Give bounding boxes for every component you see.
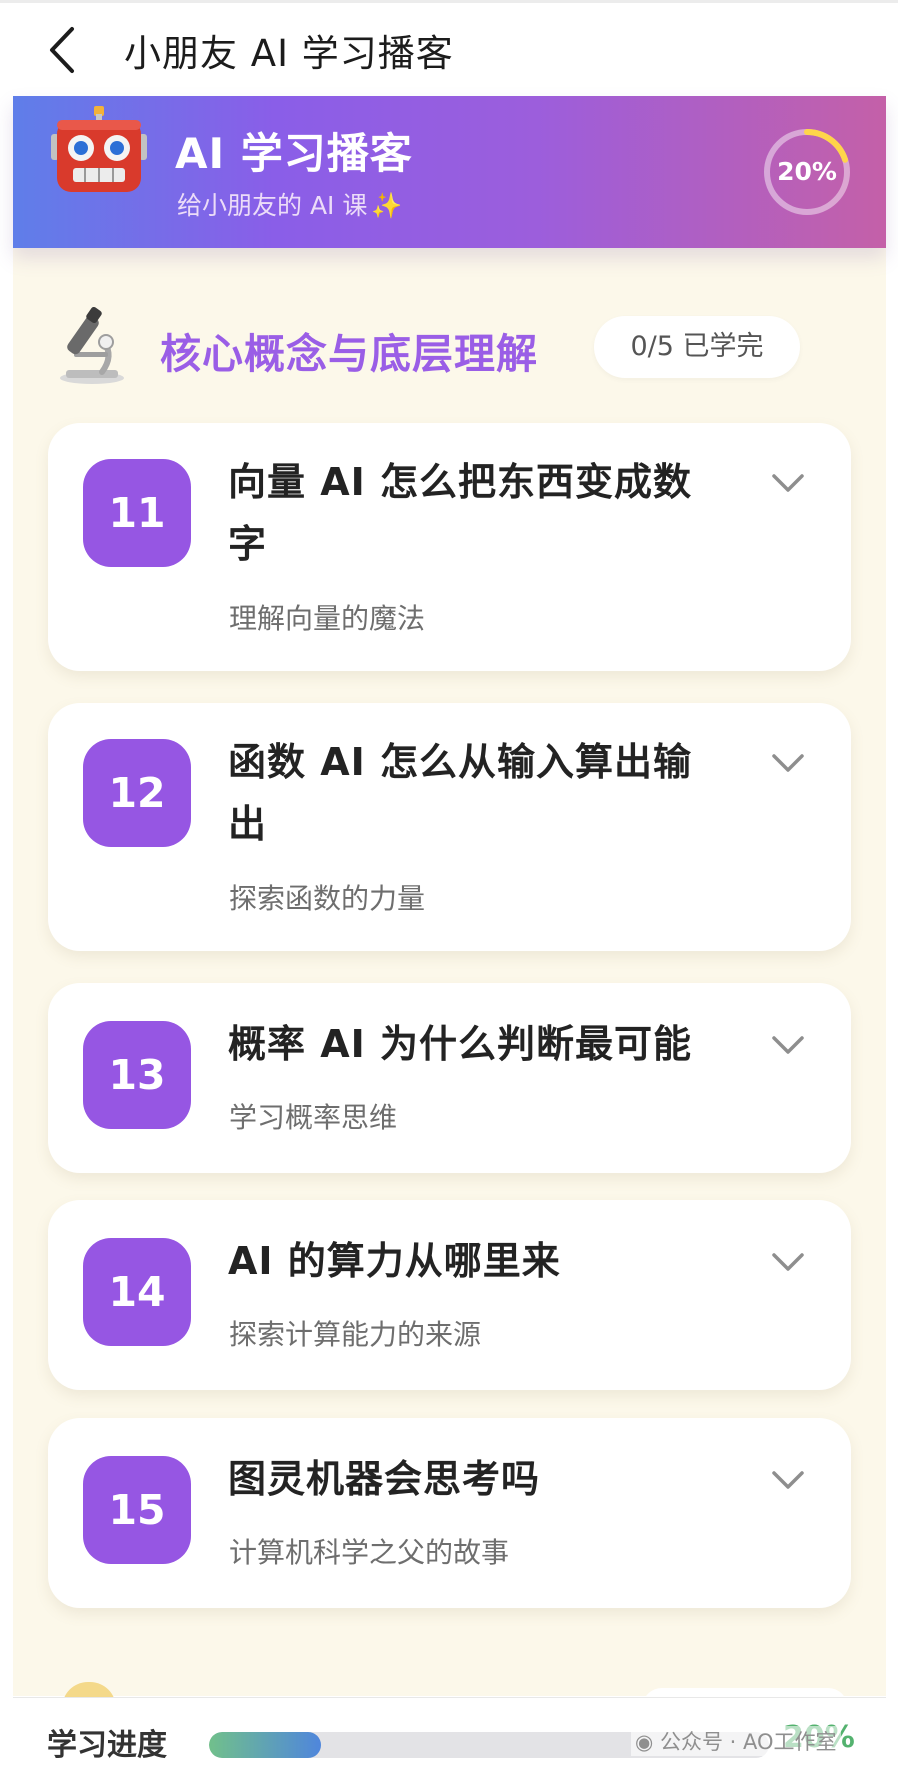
lesson-card-15[interactable]: 15 图灵机器会思考吗 计算机科学之父的故事 (48, 1418, 851, 1608)
section-title: 核心概念与底层理解 (160, 330, 538, 378)
hero-subtitle: 给小朋友的 AI 课 ✨ (177, 186, 403, 222)
hero-banner: AI 学习播客 给小朋友的 AI 课 ✨ 20% (13, 96, 886, 248)
page-title: 小朋友 AI 学习播客 (124, 32, 454, 75)
progress-fill (209, 1732, 321, 1758)
top-bar: 小朋友 AI 学习播客 (0, 0, 898, 96)
section-progress-badge: 0/5 已学完 (594, 316, 800, 378)
chevron-down-icon[interactable] (770, 1468, 806, 1492)
lesson-subtitle: 计算机科学之父的故事 (229, 1536, 510, 1569)
lesson-title: 概率 AI 为什么判断最可能 (228, 1022, 693, 1066)
lesson-card-12[interactable]: 12 函数 AI 怎么从输入算出输出 探索函数的力量 (48, 703, 851, 951)
lesson-number: 11 (83, 459, 191, 567)
chevron-down-icon[interactable] (770, 1250, 806, 1274)
lesson-card-11[interactable]: 11 向量 AI 怎么把东西变成数字 理解向量的魔法 (48, 423, 851, 671)
lesson-number: 15 (83, 1456, 191, 1564)
watermark-text: 公众号 · AO工作室 (660, 1730, 837, 1754)
robot-icon (51, 106, 147, 192)
chevron-down-icon[interactable] (770, 751, 806, 775)
progress-percent: 20% (777, 157, 837, 186)
back-arrow-icon[interactable] (44, 25, 84, 75)
lesson-title: 函数 AI 怎么从输入算出输出 (228, 740, 693, 846)
lesson-subtitle: 学习概率思维 (229, 1101, 398, 1134)
section-header: 核心概念与底层理解 0/5 已学完 (0, 300, 898, 390)
progress-label: 学习进度 (47, 1728, 167, 1763)
lesson-title: 图灵机器会思考吗 (228, 1457, 541, 1501)
lesson-card-13[interactable]: 13 概率 AI 为什么判断最可能 学习概率思维 (48, 983, 851, 1173)
watermark: ◉ 公众号 · AO工作室 (631, 1726, 841, 1756)
chevron-down-icon[interactable] (770, 471, 806, 495)
hero-title: AI 学习播客 (175, 129, 413, 178)
lesson-number: 14 (83, 1238, 191, 1346)
wechat-icon: ◉ (635, 1730, 660, 1754)
lesson-subtitle: 探索计算能力的来源 (229, 1318, 482, 1351)
lesson-card-14[interactable]: 14 AI 的算力从哪里来 探索计算能力的来源 (48, 1200, 851, 1390)
lesson-subtitle: 理解向量的魔法 (229, 602, 426, 635)
microscope-icon (60, 307, 124, 384)
lesson-subtitle: 探索函数的力量 (229, 882, 426, 915)
lesson-title: AI 的算力从哪里来 (228, 1239, 561, 1283)
lesson-number: 13 (83, 1021, 191, 1129)
bottom-progress-bar: 学习进度 20% ◉ 公众号 · AO工作室 (13, 1697, 886, 1774)
sparkle-icon: ✨ (371, 191, 403, 220)
lesson-title: 向量 AI 怎么把东西变成数字 (228, 460, 693, 566)
lesson-number: 12 (83, 739, 191, 847)
chevron-down-icon[interactable] (770, 1033, 806, 1057)
hero-subtitle-text: 给小朋友的 AI 课 (177, 191, 368, 220)
